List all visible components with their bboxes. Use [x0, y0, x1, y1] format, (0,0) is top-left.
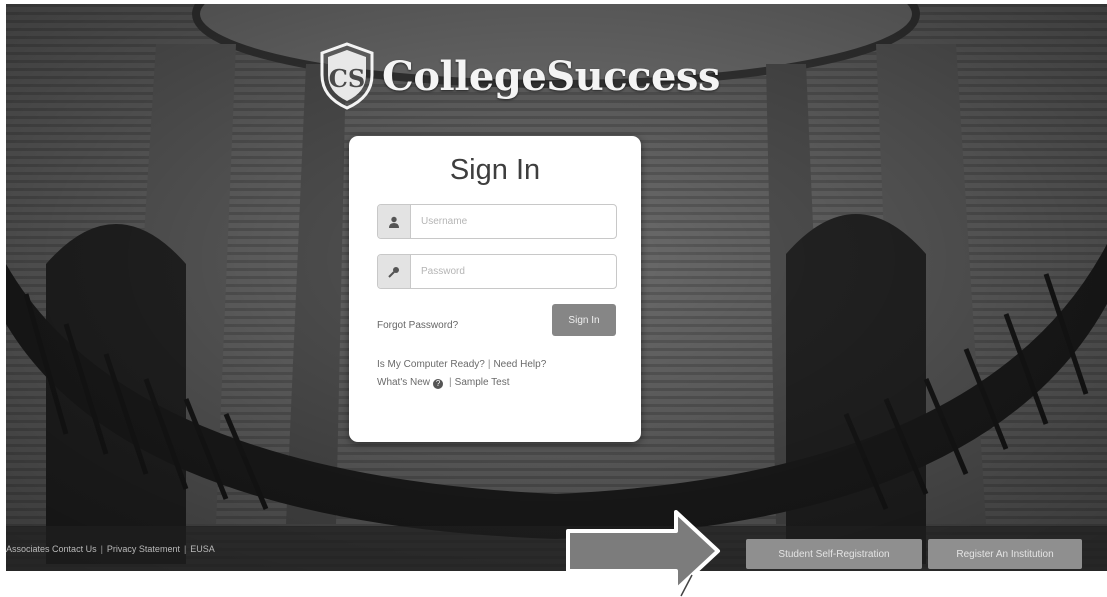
separator: |: [487, 359, 491, 370]
info-links-row: What's New? | Sample Test: [377, 377, 510, 389]
brand-logo: CS CollegeSuccess: [318, 38, 720, 114]
key-icon: [378, 255, 411, 288]
sign-in-button[interactable]: Sign In: [552, 304, 616, 336]
sample-test-link[interactable]: Sample Test: [455, 377, 510, 388]
footer-link-privacy[interactable]: Privacy Statement: [107, 544, 180, 554]
brand-name: CollegeSuccess: [382, 52, 720, 100]
password-field: [377, 254, 617, 289]
shield-logo-icon: CS: [320, 42, 374, 110]
need-help-link[interactable]: Need Help?: [493, 359, 546, 370]
separator: |: [100, 544, 103, 554]
separator: |: [449, 377, 452, 388]
student-self-registration-button[interactable]: Student Self-Registration: [746, 539, 922, 569]
whats-new-link[interactable]: What's New: [377, 377, 430, 388]
help-links-row: Is My Computer Ready? | Need Help?: [377, 359, 546, 370]
sign-in-title: Sign In: [449, 154, 541, 186]
background-photo: CS CollegeSuccess Sign In Forgot Passwor…: [6, 4, 1107, 571]
password-input[interactable]: [411, 255, 616, 288]
help-circle-icon: ?: [433, 379, 444, 389]
separator: |: [183, 544, 187, 554]
forgot-password-link[interactable]: Forgot Password?: [377, 320, 458, 331]
computer-ready-link[interactable]: Is My Computer Ready?: [377, 359, 485, 370]
logo-monogram: CS: [329, 64, 365, 93]
register-institution-button[interactable]: Register An Institution: [928, 539, 1082, 569]
footer-bar: Associates Contact Us | Privacy Statement |…: [6, 526, 1107, 571]
sign-in-card: Sign In Forgot Password? Sign In Is My C…: [349, 136, 641, 442]
footer-links: Associates Contact Us | Privacy Statement |…: [6, 544, 215, 554]
username-field: [377, 204, 617, 239]
footer-link-contact[interactable]: Contact Us: [52, 544, 97, 554]
username-input[interactable]: [411, 205, 616, 238]
footer-link-eusa[interactable]: EUSA: [190, 544, 215, 554]
user-icon: [378, 205, 411, 238]
footer-link-associates[interactable]: Associates: [6, 544, 50, 554]
